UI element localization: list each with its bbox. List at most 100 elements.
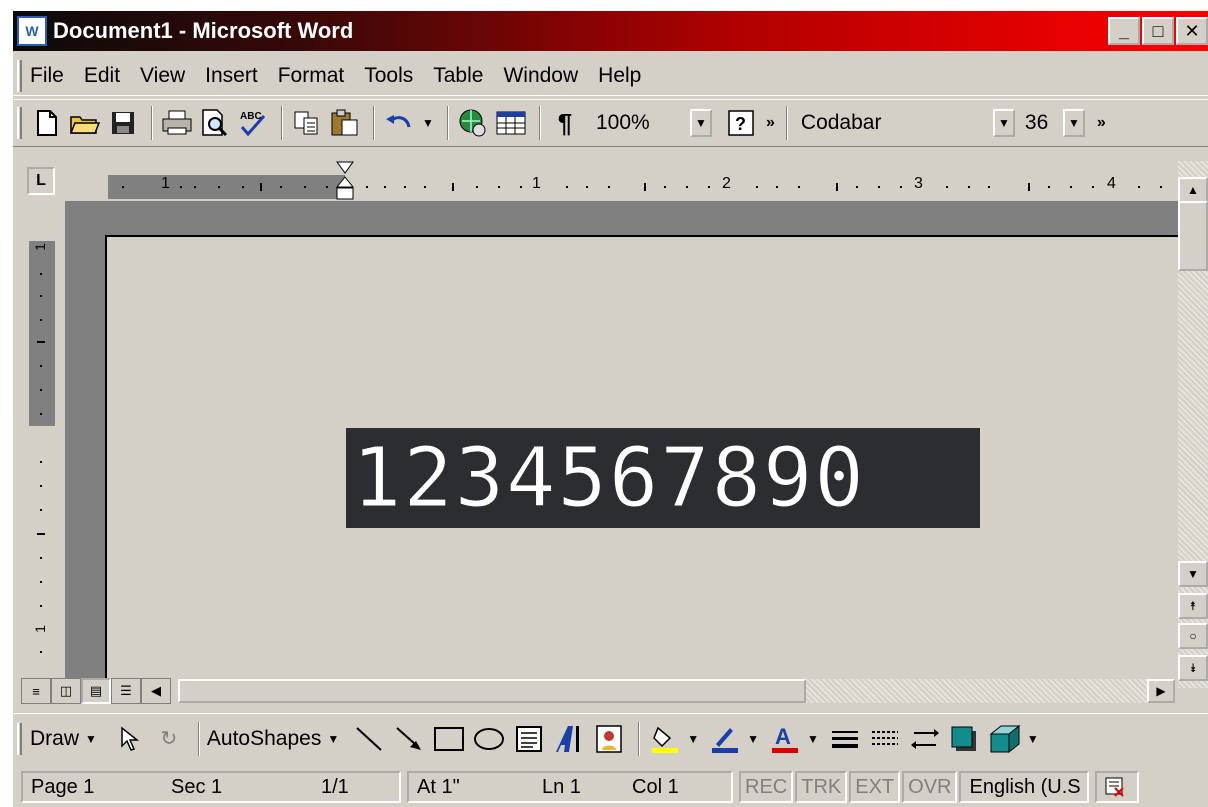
fill-color-dropdown-icon[interactable]: ▼ [687, 732, 699, 746]
fill-color-icon[interactable] [647, 722, 683, 756]
normal-view-icon[interactable]: ≡ [21, 678, 51, 704]
document-text[interactable]: 1234567890 [352, 430, 866, 526]
print-icon[interactable] [160, 106, 194, 140]
menu-help[interactable]: Help [598, 64, 641, 88]
scroll-up-arrow-icon[interactable]: ▲ [1178, 177, 1208, 203]
show-hide-paragraph-icon[interactable]: ¶ [548, 106, 582, 140]
draw-menu-button[interactable]: Draw [30, 727, 79, 751]
rectangle-tool-icon[interactable] [431, 722, 467, 756]
previous-page-icon[interactable]: ⯭ [1178, 593, 1208, 619]
menu-window[interactable]: Window [503, 64, 578, 88]
status-ext[interactable]: EXT [849, 771, 901, 803]
svg-text:A: A [775, 724, 791, 749]
tab-selector-button[interactable]: L [27, 167, 55, 195]
menu-view[interactable]: View [140, 64, 185, 88]
next-page-icon[interactable]: ⯯ [1178, 655, 1208, 681]
web-toolbar-globe-icon[interactable] [456, 106, 490, 140]
status-ovr[interactable]: OVR [902, 771, 958, 803]
arrow-tool-icon[interactable] [391, 722, 427, 756]
undo-icon[interactable] [382, 106, 416, 140]
shadow-icon[interactable] [947, 722, 983, 756]
insert-clip-art-icon[interactable] [591, 722, 627, 756]
status-trk[interactable]: TRK [795, 771, 848, 803]
font-size-value: 36 [1024, 111, 1049, 134]
close-button[interactable]: ✕ [1176, 17, 1208, 45]
font-size-combo[interactable]: 36 ▼ [1025, 108, 1085, 138]
arrow-style-icon[interactable] [907, 722, 943, 756]
spelling-check-icon[interactable]: ABC [236, 106, 270, 140]
status-section: Sec 1 [171, 775, 223, 798]
title-bar[interactable]: W Document1 - Microsoft Word _ □ ✕ [13, 11, 1208, 51]
autoshapes-dropdown-icon[interactable]: ▼ [327, 732, 339, 746]
select-browse-object-icon[interactable]: ○ [1178, 623, 1208, 649]
font-size-dropdown-icon[interactable]: ▼ [1062, 109, 1085, 137]
help-icon[interactable]: ? [724, 106, 758, 140]
status-rec[interactable]: REC [739, 771, 794, 803]
more-buttons-chevron-icon[interactable]: » [766, 114, 775, 132]
dash-style-icon[interactable] [867, 722, 903, 756]
menu-format[interactable]: Format [278, 64, 345, 88]
free-rotate-icon[interactable]: ↻ [151, 722, 187, 756]
menu-tools[interactable]: Tools [364, 64, 413, 88]
more-buttons-dropdown-icon[interactable]: ▼ [1027, 732, 1039, 746]
horizontal-ruler[interactable]: L 1 1 2 3 4 [13, 161, 1178, 201]
zoom-combo[interactable]: 100% ▼ [596, 108, 712, 138]
menu-file[interactable]: File [30, 64, 64, 88]
outline-view-icon[interactable]: ☰ [111, 678, 141, 704]
toolbar-grip[interactable] [17, 107, 22, 139]
maximize-button[interactable]: □ [1142, 17, 1174, 45]
vertical-ruler-label: 1 [31, 243, 48, 251]
vertical-scrollbar[interactable]: ▲ ▼ ⯭ ○ ⯯ [1178, 161, 1208, 688]
line-style-icon[interactable] [827, 722, 863, 756]
new-document-icon[interactable] [30, 106, 64, 140]
status-language[interactable]: English (U.S [959, 771, 1090, 803]
font-color-icon[interactable]: A [767, 722, 803, 756]
vertical-scroll-thumb[interactable] [1178, 201, 1208, 271]
status-bar: Page 1 Sec 1 1/1 At 1" Ln 1 Col 1 REC TR… [13, 767, 1208, 807]
font-color-dropdown-icon[interactable]: ▼ [807, 732, 819, 746]
select-objects-arrow-icon[interactable] [111, 722, 147, 756]
open-folder-icon[interactable] [68, 106, 102, 140]
vertical-ruler[interactable]: 1 1 [27, 201, 57, 671]
line-tool-icon[interactable] [351, 722, 387, 756]
selected-text-highlight[interactable]: 1234567890 [346, 428, 980, 528]
save-icon[interactable] [106, 106, 140, 140]
font-name-combo[interactable]: Codabar ▼ [801, 108, 1015, 138]
drawbar-grip[interactable] [17, 722, 22, 755]
menubar-grip[interactable] [17, 59, 22, 92]
indent-marker-icon[interactable] [336, 161, 354, 201]
minimize-button[interactable]: _ [1108, 17, 1140, 45]
word-app-icon[interactable]: W [17, 16, 47, 46]
window-title: Document1 - Microsoft Word [53, 18, 354, 43]
line-color-dropdown-icon[interactable]: ▼ [747, 732, 759, 746]
print-layout-view-icon[interactable]: ▤ [81, 678, 111, 704]
menu-table[interactable]: Table [433, 64, 483, 88]
toolbar-separator [197, 721, 200, 756]
status-page: Page 1 [31, 775, 95, 798]
horizontal-scroll-thumb[interactable] [178, 679, 806, 703]
font-name-dropdown-icon[interactable]: ▼ [992, 109, 1015, 137]
autoshapes-menu-button[interactable]: AutoShapes [207, 727, 321, 751]
scroll-down-arrow-icon[interactable]: ▼ [1178, 561, 1208, 587]
paste-icon[interactable] [328, 106, 362, 140]
3d-icon[interactable] [987, 722, 1023, 756]
menu-insert[interactable]: Insert [205, 64, 258, 88]
svg-text:?: ? [735, 114, 746, 134]
more-buttons-chevron-icon[interactable]: » [1097, 114, 1106, 132]
web-layout-view-icon[interactable]: ◫ [51, 678, 81, 704]
copy-icon[interactable] [290, 106, 324, 140]
scroll-left-arrow-icon[interactable]: ◀ [141, 678, 171, 704]
spelling-status-book-icon[interactable] [1095, 771, 1140, 803]
ruler-label: 3 [914, 175, 923, 192]
insert-table-icon[interactable] [494, 106, 528, 140]
oval-tool-icon[interactable] [471, 722, 507, 756]
wordart-icon[interactable] [551, 722, 587, 756]
print-preview-icon[interactable] [198, 106, 232, 140]
zoom-dropdown-icon[interactable]: ▼ [690, 109, 712, 137]
text-box-tool-icon[interactable] [511, 722, 547, 756]
line-color-icon[interactable] [707, 722, 743, 756]
undo-dropdown-icon[interactable]: ▼ [420, 106, 436, 140]
draw-dropdown-icon[interactable]: ▼ [85, 732, 97, 746]
scroll-right-arrow-icon[interactable]: ▶ [1147, 679, 1175, 703]
menu-edit[interactable]: Edit [84, 64, 120, 88]
